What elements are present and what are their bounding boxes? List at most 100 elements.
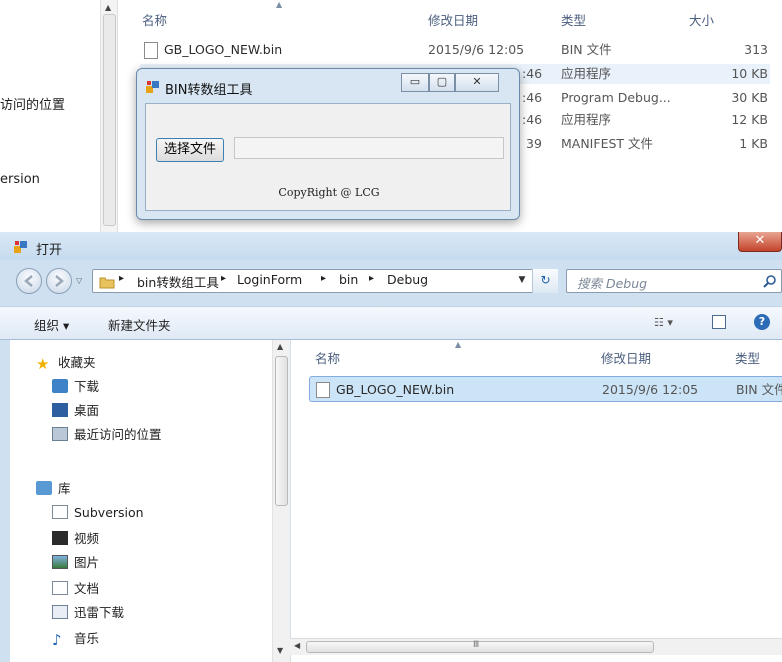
library-icon	[36, 481, 52, 495]
nav-label: Subversion	[74, 505, 144, 520]
nav-scroll-thumb[interactable]	[275, 356, 288, 506]
maximize-button[interactable]: ▢	[429, 73, 455, 92]
grip-icon: Ⅲ	[473, 640, 480, 650]
nav-label: 音乐	[74, 631, 100, 646]
breadcrumb-separator-icon[interactable]: ▸	[119, 273, 124, 284]
table-row[interactable]: GB_LOGO_NEW.bin 2015/9/6 12:05 BIN 文件 31…	[140, 40, 770, 77]
back-arrow-icon	[24, 275, 33, 287]
window-title: BIN转数组工具	[165, 83, 253, 98]
column-header-type[interactable]: 类型	[735, 348, 760, 367]
help-icon[interactable]: ?	[754, 314, 770, 330]
file-type: BIN 文件	[561, 42, 612, 57]
view-options-icon[interactable]: ☷ ▾	[654, 316, 673, 329]
horizontal-scroll-thumb[interactable]: Ⅲ	[306, 640, 654, 653]
nav-item-downloads[interactable]: 下载	[52, 376, 99, 398]
column-header-name[interactable]: 名称	[142, 10, 167, 29]
breadcrumb-separator-icon[interactable]: ▸	[369, 273, 374, 284]
downloads-icon	[52, 379, 68, 393]
minimize-button[interactable]: ▭	[401, 73, 429, 92]
dialog-toolbar: 组织 ▾ 新建文件夹 ☷ ▾ ?	[0, 306, 782, 340]
recent-places-icon	[52, 427, 68, 441]
desktop-icon	[52, 403, 68, 417]
close-button[interactable]: ✕	[455, 73, 499, 92]
file-name: GB_LOGO_NEW.bin	[164, 42, 283, 57]
select-file-button[interactable]: 选择文件	[156, 138, 224, 162]
nav-label: 图片	[74, 555, 100, 570]
dialog-close-button[interactable]: ✕	[738, 232, 782, 252]
nav-item-music[interactable]: ♪ 音乐	[52, 628, 99, 650]
column-header-type[interactable]: 类型	[561, 10, 586, 29]
nav-label: 收藏夹	[58, 355, 96, 370]
navigation-pane: ★ 收藏夹 下载 桌面 最近访问的位置 库 Subversion 视频 图片 文…	[10, 340, 272, 662]
breadcrumb-item[interactable]: bin转数组工具	[137, 272, 219, 291]
file-size: 12 KB	[731, 112, 768, 127]
folder-icon	[99, 277, 115, 289]
background-vertical-scrollbar[interactable]: ▲	[100, 0, 118, 232]
file-type: BIN 文件	[736, 382, 782, 397]
address-bar[interactable]: ▸ bin转数组工具 ▸ LoginForm ▸ bin ▸ Debug	[92, 269, 558, 293]
search-field[interactable]: 搜索 Debug	[566, 269, 782, 293]
horizontal-scrollbar[interactable]: ◀ Ⅲ	[290, 638, 782, 655]
app-icon	[146, 80, 160, 94]
nav-item-pictures[interactable]: 图片	[52, 552, 99, 574]
star-icon: ★	[36, 355, 50, 373]
file-date: :46	[522, 112, 543, 127]
nav-favorites[interactable]: ★ 收藏夹	[36, 352, 96, 374]
new-folder-button[interactable]: 新建文件夹	[108, 315, 171, 334]
nav-item-videos[interactable]: 视频	[52, 528, 99, 550]
nav-item-documents[interactable]: 文档	[52, 578, 99, 600]
forward-button[interactable]	[46, 268, 72, 294]
address-dropdown-icon[interactable]: ▼	[512, 269, 532, 293]
breadcrumb-item[interactable]: Debug	[387, 272, 428, 287]
bin-tool-client-area: 选择文件 CopyRight @ LCG	[145, 103, 511, 211]
nav-label: 下载	[74, 379, 100, 394]
bin-tool-window[interactable]: BIN转数组工具 ▭ ▢ ✕ 选择文件 CopyRight @ LCG	[136, 68, 520, 220]
nav-label: 库	[58, 481, 71, 496]
history-dropdown-icon[interactable]: ▽	[76, 276, 82, 285]
file-date: :46	[522, 66, 543, 81]
organize-button[interactable]: 组织 ▾	[34, 315, 69, 334]
nav-item-recent[interactable]: 最近访问的位置	[52, 424, 162, 446]
documents-icon	[52, 581, 68, 595]
nav-item-thunder[interactable]: 迅雷下载	[52, 602, 124, 624]
nav-item-desktop[interactable]: 桌面	[52, 400, 99, 422]
nav-libraries[interactable]: 库	[36, 478, 71, 500]
nav-label: 文档	[74, 581, 100, 596]
background-nav-item[interactable]: 访问的位置	[0, 94, 65, 113]
breadcrumb-item[interactable]: bin	[339, 272, 358, 287]
dialog-titlebar: 打开	[0, 232, 782, 260]
search-icon[interactable]	[763, 274, 777, 288]
breadcrumb-separator-icon[interactable]: ▸	[221, 273, 226, 284]
sort-arrow-icon: ▲	[455, 340, 462, 349]
breadcrumb-item[interactable]: LoginForm	[237, 272, 302, 287]
scroll-up-icon[interactable]: ▲	[277, 342, 283, 351]
column-header-date[interactable]: 修改日期	[601, 348, 651, 367]
dialog-title: 打开	[36, 243, 63, 258]
nav-item-subversion[interactable]: Subversion	[52, 502, 144, 524]
scroll-down-icon[interactable]: ▼	[277, 646, 283, 655]
column-header-date[interactable]: 修改日期	[428, 10, 478, 29]
nav-label: 迅雷下载	[74, 605, 125, 620]
breadcrumb-separator-icon[interactable]: ▸	[321, 273, 326, 284]
scroll-left-icon[interactable]: ◀	[294, 641, 300, 650]
search-placeholder: 搜索 Debug	[577, 276, 648, 291]
file-path-field[interactable]	[234, 137, 504, 159]
file-icon	[144, 42, 158, 59]
nav-vertical-scrollbar[interactable]: ▲ ▼	[272, 340, 290, 662]
column-header-name[interactable]: 名称	[315, 348, 340, 367]
scroll-up-icon[interactable]: ▲	[105, 3, 111, 12]
background-scroll-thumb[interactable]	[103, 14, 116, 226]
open-file-dialog[interactable]: 打开 ✕ ▽ ▸ bin转数组工具 ▸ LoginForm ▸ bin ▸ De…	[0, 232, 782, 662]
app-icon	[14, 240, 28, 254]
background-nav-item[interactable]: ersion	[0, 172, 40, 187]
file-date: 2015/9/6 12:05	[428, 42, 525, 57]
preview-pane-icon[interactable]	[712, 315, 726, 329]
music-icon: ♪	[52, 631, 62, 649]
file-list: 名称 ▲ 修改日期 类型 GB_LOGO_NEW.bin 2015/9/6 12…	[290, 340, 782, 662]
back-button[interactable]	[16, 268, 42, 294]
file-icon	[316, 382, 330, 398]
file-size: 30 KB	[731, 90, 768, 105]
column-header-size[interactable]: 大小	[689, 10, 714, 29]
table-row[interactable]: GB_LOGO_NEW.bin 2015/9/6 12:05 BIN 文件	[309, 376, 782, 402]
refresh-icon[interactable]: ↻	[532, 269, 558, 293]
